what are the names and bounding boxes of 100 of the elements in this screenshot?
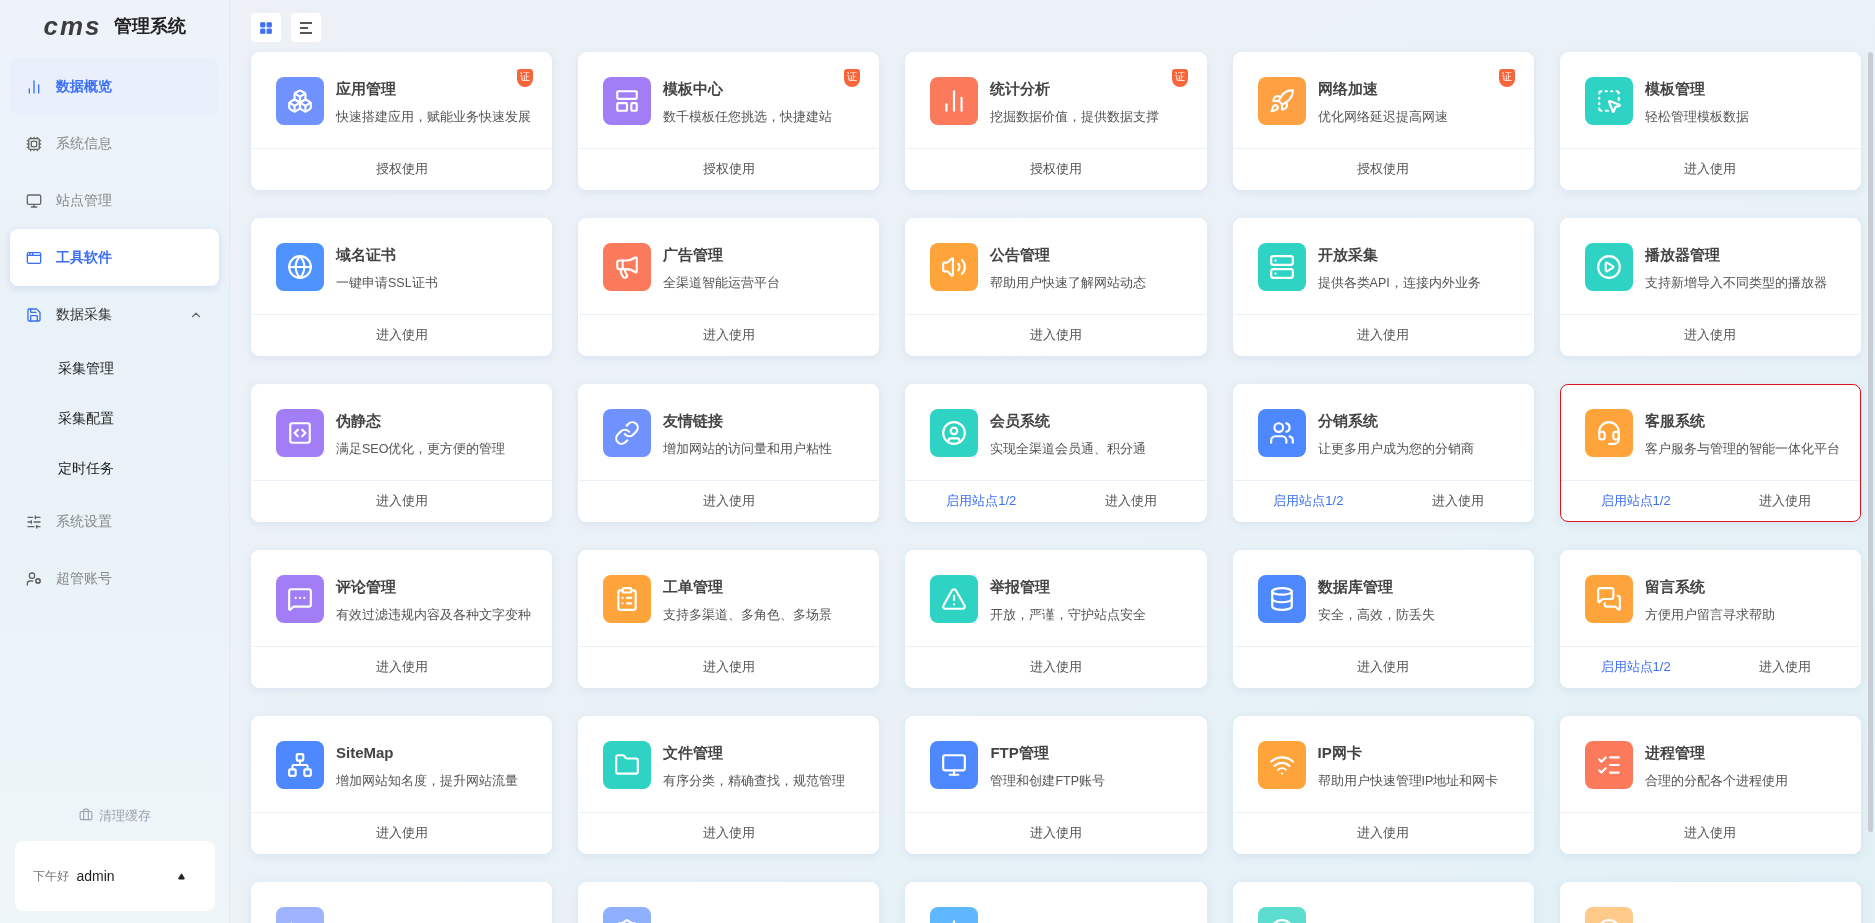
enter-link[interactable]: 进入使用 <box>1357 325 1410 345</box>
enter-link[interactable]: 进入使用 <box>1357 657 1410 677</box>
app-title: 伪静态 <box>336 411 382 431</box>
enter-link[interactable]: 进入使用 <box>1030 657 1082 677</box>
sidebar-label: 系统信息 <box>56 134 112 153</box>
app-description: 帮助用户快速了解网站动态 <box>990 275 1147 292</box>
app-title: 模板管理 <box>1644 79 1706 99</box>
enter-link[interactable]: 进入使用 <box>1056 491 1206 511</box>
app-description: 支持多渠道、多角色、多场景 <box>663 607 833 624</box>
submenu-item[interactable]: 定时任务 <box>10 443 219 493</box>
grid-icon <box>259 20 273 35</box>
app-title: 进程管理 <box>1644 743 1706 763</box>
sidebar-item[interactable]: 数据采集 <box>10 286 219 343</box>
sitemap-icon <box>287 752 313 778</box>
app-title: 客服系统 <box>1644 411 1706 431</box>
sidebar-label: 工具软件 <box>56 248 112 267</box>
enter-link[interactable]: 进入使用 <box>375 491 428 511</box>
app-title: 域名证书 <box>336 245 397 265</box>
app-description: 有序分类，精确查找，规范管理 <box>663 773 846 790</box>
certified-badge: 证 <box>1498 69 1515 87</box>
sidebar-label: 数据概览 <box>56 77 112 96</box>
enter-link[interactable]: 进入使用 <box>1710 657 1860 677</box>
app-description: 快速搭建应用，赋能业务快速发展 <box>336 109 528 126</box>
enter-link[interactable]: 进入使用 <box>1030 823 1082 843</box>
headset-icon <box>1595 420 1622 446</box>
list-icon <box>299 21 313 34</box>
enter-link[interactable]: 进入使用 <box>1684 325 1737 345</box>
enter-link[interactable]: 进入使用 <box>1030 325 1082 345</box>
layout-icon <box>614 88 641 114</box>
app-description: 增加网站的访问量和用户粘性 <box>663 441 833 458</box>
enter-link[interactable]: 进入使用 <box>375 823 428 843</box>
enable-sites-link[interactable]: 启用站点1/2 <box>1233 491 1384 511</box>
enter-link[interactable]: 进入使用 <box>702 491 755 511</box>
window-icon <box>26 249 42 266</box>
app-title: 友情链接 <box>663 411 725 431</box>
enable-sites-link[interactable]: 启用站点1/2 <box>906 491 1056 511</box>
app-description: 方便用户留言寻求帮助 <box>1644 607 1775 624</box>
sidebar-label: 站点管理 <box>56 191 112 210</box>
folder-icon <box>614 752 641 778</box>
enter-link[interactable]: 授权使用 <box>375 159 428 179</box>
app-description: 挖掘数据价值，提供数据支撑 <box>990 109 1160 126</box>
enter-link[interactable]: 授权使用 <box>1030 159 1082 179</box>
enter-link[interactable]: 进入使用 <box>375 325 428 345</box>
certified-badge: 证 <box>517 69 534 87</box>
enter-link[interactable]: 进入使用 <box>1710 491 1860 511</box>
logo: cms <box>43 13 102 39</box>
enable-sites-link[interactable]: 启用站点1/2 <box>1560 491 1711 511</box>
sidebar-label: 数据采集 <box>56 305 112 324</box>
certified-badge: 证 <box>844 69 861 87</box>
submenu-item[interactable]: 采集配置 <box>10 393 219 443</box>
app-title: 举报管理 <box>990 577 1052 597</box>
sidebar-label: 系统设置 <box>56 512 112 531</box>
save-icon <box>26 306 42 323</box>
grid-view-button[interactable] <box>251 13 281 42</box>
play-icon <box>1595 254 1622 280</box>
enter-link[interactable]: 进入使用 <box>1357 823 1410 843</box>
user-menu[interactable]: 下午好 admin <box>14 841 215 911</box>
bar-chart-icon <box>26 78 42 95</box>
scrollbar[interactable] <box>1868 52 1873 832</box>
app-title: 工单管理 <box>663 577 725 597</box>
chat-bubbles-icon <box>1595 586 1622 612</box>
app-title: 开放采集 <box>1317 245 1379 265</box>
code-icon <box>287 420 313 446</box>
submenu-item[interactable]: 采集管理 <box>10 343 219 393</box>
app-description: 管理和创建FTP账号 <box>990 773 1105 790</box>
app-title: 广告管理 <box>663 245 725 265</box>
app-title: 数据库管理 <box>1317 577 1394 597</box>
app-title: 文件管理 <box>663 743 725 763</box>
chat-icon <box>287 586 313 612</box>
sidebar-item[interactable]: 工具软件 <box>10 229 219 286</box>
app-description: 提供各类API，连接内外业务 <box>1317 275 1481 292</box>
list-view-button[interactable] <box>291 13 321 42</box>
monitor-icon <box>941 752 968 778</box>
enter-link[interactable]: 进入使用 <box>702 325 755 345</box>
app-title: 留言系统 <box>1644 577 1706 597</box>
enter-link[interactable]: 进入使用 <box>702 657 755 677</box>
app-title: 分销系统 <box>1317 411 1379 431</box>
enter-link[interactable]: 授权使用 <box>702 159 755 179</box>
app-title: 应用管理 <box>336 79 397 99</box>
warning-icon <box>941 586 968 612</box>
enter-link[interactable]: 进入使用 <box>1383 491 1533 511</box>
user-gear-icon <box>26 570 42 587</box>
sidebar-item[interactable]: 数据概览 <box>10 58 219 115</box>
enter-link[interactable]: 授权使用 <box>1357 159 1410 179</box>
enter-link[interactable]: 进入使用 <box>702 823 755 843</box>
app-description: 数千模板任您挑选，快捷建站 <box>663 109 833 126</box>
user-icon <box>941 420 968 446</box>
app-title: 会员系统 <box>990 411 1052 431</box>
enter-link[interactable]: 进入使用 <box>1684 159 1737 179</box>
sliders-icon <box>26 513 42 530</box>
caret-icon <box>177 872 185 880</box>
app-description: 支持新增导入不同类型的播放器 <box>1644 275 1827 292</box>
certified-badge: 证 <box>1171 69 1188 87</box>
enter-link[interactable]: 进入使用 <box>1684 823 1737 843</box>
app-description: 全渠道智能运营平台 <box>663 275 781 292</box>
globe-icon <box>287 254 313 280</box>
enable-sites-link[interactable]: 启用站点1/2 <box>1560 657 1711 677</box>
enter-link[interactable]: 进入使用 <box>375 657 428 677</box>
database-icon <box>1268 586 1295 612</box>
username: admin <box>76 866 115 886</box>
